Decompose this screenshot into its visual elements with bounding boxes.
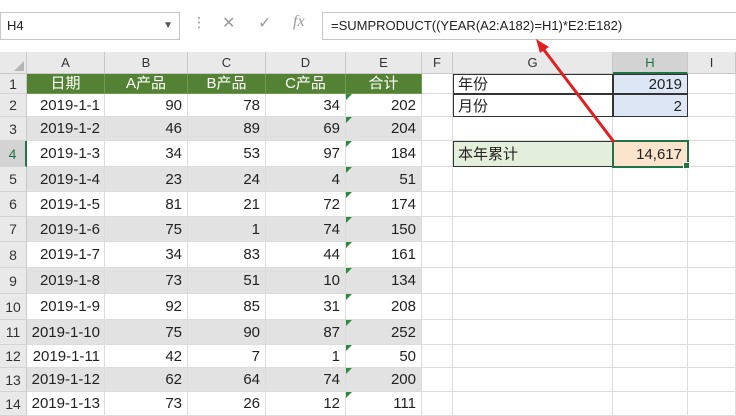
annotation-arrow	[536, 39, 616, 143]
annotation-arrow-head	[536, 39, 549, 53]
annotation-arrow-line	[539, 45, 616, 143]
